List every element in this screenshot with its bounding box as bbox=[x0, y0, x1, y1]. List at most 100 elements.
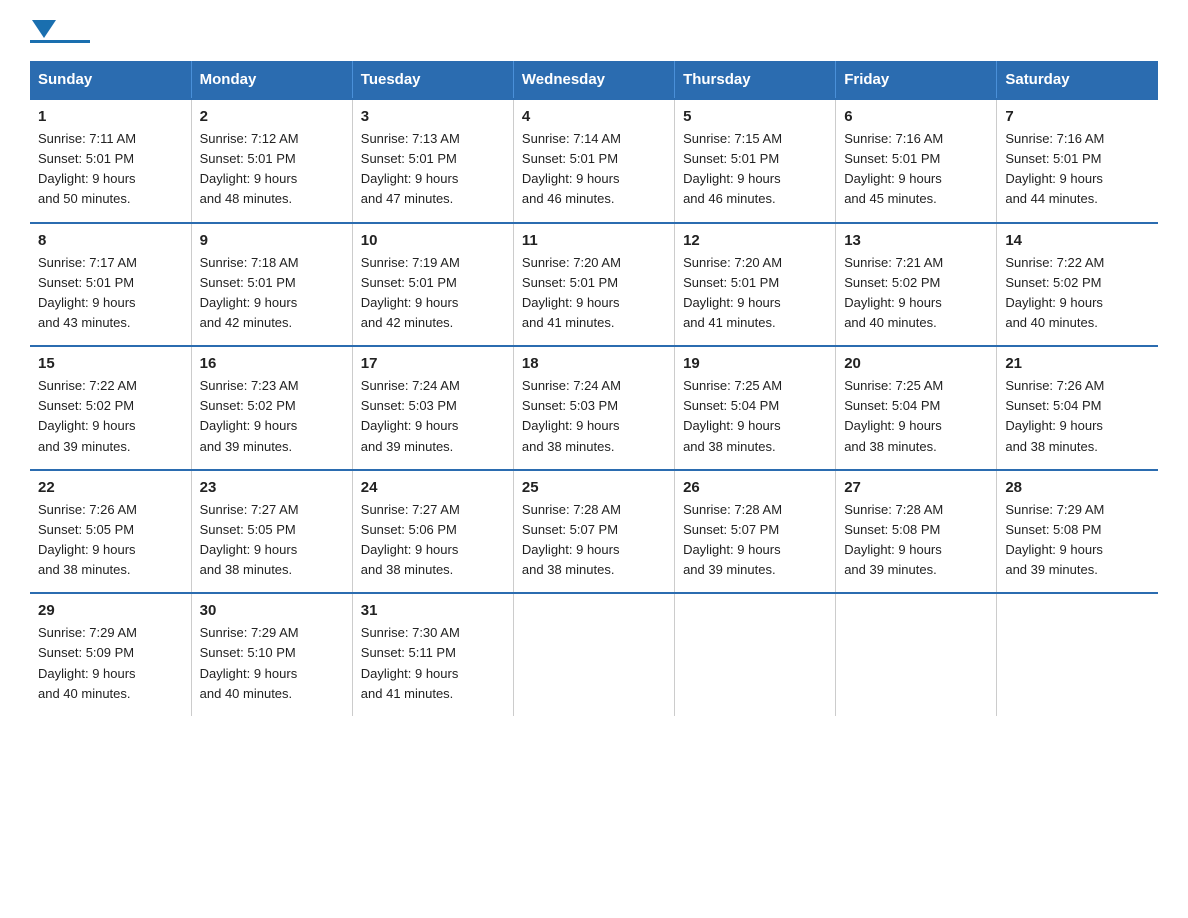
calendar-cell: 20 Sunrise: 7:25 AMSunset: 5:04 PMDayligh… bbox=[836, 346, 997, 470]
calendar-header-row: SundayMondayTuesdayWednesdayThursdayFrid… bbox=[30, 61, 1158, 99]
day-number: 20 bbox=[844, 355, 988, 372]
col-header-wednesday: Wednesday bbox=[513, 61, 674, 99]
calendar-cell: 13 Sunrise: 7:21 AMSunset: 5:02 PMDayligh… bbox=[836, 223, 997, 347]
calendar-cell: 16 Sunrise: 7:23 AMSunset: 5:02 PMDayligh… bbox=[191, 346, 352, 470]
calendar-cell bbox=[675, 593, 836, 716]
day-info: Sunrise: 7:11 AMSunset: 5:01 PMDaylight:… bbox=[38, 129, 183, 210]
calendar-table: SundayMondayTuesdayWednesdayThursdayFrid… bbox=[30, 61, 1158, 716]
day-info: Sunrise: 7:16 AMSunset: 5:01 PMDaylight:… bbox=[844, 129, 988, 210]
day-number: 19 bbox=[683, 355, 827, 372]
day-number: 9 bbox=[200, 232, 344, 249]
day-number: 16 bbox=[200, 355, 344, 372]
day-number: 24 bbox=[361, 479, 505, 496]
col-header-saturday: Saturday bbox=[997, 61, 1158, 99]
day-info: Sunrise: 7:27 AMSunset: 5:06 PMDaylight:… bbox=[361, 500, 505, 581]
calendar-week-row: 8Sunrise: 7:17 AMSunset: 5:01 PMDaylight… bbox=[30, 223, 1158, 347]
day-info: Sunrise: 7:28 AMSunset: 5:07 PMDaylight:… bbox=[683, 500, 827, 581]
day-info: Sunrise: 7:22 AMSunset: 5:02 PMDaylight:… bbox=[1005, 253, 1150, 334]
calendar-cell: 1 Sunrise: 7:11 AMSunset: 5:01 PMDaylight… bbox=[30, 99, 191, 223]
calendar-cell: 14Sunrise: 7:22 AMSunset: 5:02 PMDayligh… bbox=[997, 223, 1158, 347]
day-info: Sunrise: 7:21 AMSunset: 5:02 PMDaylight:… bbox=[844, 253, 988, 334]
day-number: 5 bbox=[683, 108, 827, 125]
calendar-cell: 31Sunrise: 7:30 AMSunset: 5:11 PMDayligh… bbox=[352, 593, 513, 716]
day-info: Sunrise: 7:22 AMSunset: 5:02 PMDaylight:… bbox=[38, 376, 183, 457]
day-number: 4 bbox=[522, 108, 666, 125]
day-number: 22 bbox=[38, 479, 183, 496]
day-info: Sunrise: 7:27 AMSunset: 5:05 PMDaylight:… bbox=[200, 500, 344, 581]
day-info: Sunrise: 7:29 AMSunset: 5:09 PMDaylight:… bbox=[38, 623, 183, 704]
calendar-week-row: 29 Sunrise: 7:29 AMSunset: 5:09 PMDayligh… bbox=[30, 593, 1158, 716]
calendar-cell: 15 Sunrise: 7:22 AMSunset: 5:02 PMDayligh… bbox=[30, 346, 191, 470]
day-number: 1 bbox=[38, 108, 183, 125]
calendar-cell: 23 Sunrise: 7:27 AMSunset: 5:05 PMDayligh… bbox=[191, 470, 352, 594]
day-number: 25 bbox=[522, 479, 666, 496]
calendar-cell: 11Sunrise: 7:20 AMSunset: 5:01 PMDayligh… bbox=[513, 223, 674, 347]
calendar-cell: 24 Sunrise: 7:27 AMSunset: 5:06 PMDayligh… bbox=[352, 470, 513, 594]
calendar-cell: 25 Sunrise: 7:28 AMSunset: 5:07 PMDayligh… bbox=[513, 470, 674, 594]
col-header-tuesday: Tuesday bbox=[352, 61, 513, 99]
calendar-cell: 30Sunrise: 7:29 AMSunset: 5:10 PMDayligh… bbox=[191, 593, 352, 716]
day-number: 29 bbox=[38, 602, 183, 619]
calendar-week-row: 15 Sunrise: 7:22 AMSunset: 5:02 PMDayligh… bbox=[30, 346, 1158, 470]
day-info: Sunrise: 7:26 AMSunset: 5:05 PMDaylight:… bbox=[38, 500, 183, 581]
calendar-cell: 18Sunrise: 7:24 AMSunset: 5:03 PMDayligh… bbox=[513, 346, 674, 470]
calendar-cell: 22 Sunrise: 7:26 AMSunset: 5:05 PMDayligh… bbox=[30, 470, 191, 594]
day-info: Sunrise: 7:30 AMSunset: 5:11 PMDaylight:… bbox=[361, 623, 505, 704]
day-info: Sunrise: 7:29 AMSunset: 5:10 PMDaylight:… bbox=[200, 623, 344, 704]
calendar-cell: 27 Sunrise: 7:28 AMSunset: 5:08 PMDayligh… bbox=[836, 470, 997, 594]
day-info: Sunrise: 7:25 AMSunset: 5:04 PMDaylight:… bbox=[844, 376, 988, 457]
day-info: Sunrise: 7:20 AMSunset: 5:01 PMDaylight:… bbox=[683, 253, 827, 334]
calendar-cell: 12 Sunrise: 7:20 AMSunset: 5:01 PMDayligh… bbox=[675, 223, 836, 347]
day-number: 27 bbox=[844, 479, 988, 496]
calendar-cell: 7 Sunrise: 7:16 AMSunset: 5:01 PMDaylight… bbox=[997, 99, 1158, 223]
calendar-cell: 3 Sunrise: 7:13 AMSunset: 5:01 PMDaylight… bbox=[352, 99, 513, 223]
day-number: 7 bbox=[1005, 108, 1150, 125]
calendar-cell: 5 Sunrise: 7:15 AMSunset: 5:01 PMDaylight… bbox=[675, 99, 836, 223]
calendar-cell: 9 Sunrise: 7:18 AMSunset: 5:01 PMDaylight… bbox=[191, 223, 352, 347]
day-number: 28 bbox=[1005, 479, 1150, 496]
day-info: Sunrise: 7:23 AMSunset: 5:02 PMDaylight:… bbox=[200, 376, 344, 457]
calendar-cell: 21 Sunrise: 7:26 AMSunset: 5:04 PMDayligh… bbox=[997, 346, 1158, 470]
calendar-cell: 6 Sunrise: 7:16 AMSunset: 5:01 PMDaylight… bbox=[836, 99, 997, 223]
day-info: Sunrise: 7:12 AMSunset: 5:01 PMDaylight:… bbox=[200, 129, 344, 210]
day-number: 15 bbox=[38, 355, 183, 372]
calendar-cell: 2 Sunrise: 7:12 AMSunset: 5:01 PMDaylight… bbox=[191, 99, 352, 223]
day-number: 11 bbox=[522, 232, 666, 249]
day-number: 13 bbox=[844, 232, 988, 249]
day-number: 3 bbox=[361, 108, 505, 125]
day-number: 17 bbox=[361, 355, 505, 372]
day-info: Sunrise: 7:25 AMSunset: 5:04 PMDaylight:… bbox=[683, 376, 827, 457]
day-info: Sunrise: 7:26 AMSunset: 5:04 PMDaylight:… bbox=[1005, 376, 1150, 457]
calendar-cell bbox=[513, 593, 674, 716]
col-header-thursday: Thursday bbox=[675, 61, 836, 99]
calendar-cell: 10 Sunrise: 7:19 AMSunset: 5:01 PMDayligh… bbox=[352, 223, 513, 347]
calendar-cell: 29 Sunrise: 7:29 AMSunset: 5:09 PMDayligh… bbox=[30, 593, 191, 716]
day-info: Sunrise: 7:28 AMSunset: 5:07 PMDaylight:… bbox=[522, 500, 666, 581]
day-number: 26 bbox=[683, 479, 827, 496]
day-number: 23 bbox=[200, 479, 344, 496]
day-info: Sunrise: 7:19 AMSunset: 5:01 PMDaylight:… bbox=[361, 253, 505, 334]
day-number: 8 bbox=[38, 232, 183, 249]
day-info: Sunrise: 7:16 AMSunset: 5:01 PMDaylight:… bbox=[1005, 129, 1150, 210]
day-info: Sunrise: 7:15 AMSunset: 5:01 PMDaylight:… bbox=[683, 129, 827, 210]
calendar-cell: 26 Sunrise: 7:28 AMSunset: 5:07 PMDayligh… bbox=[675, 470, 836, 594]
calendar-cell: 19 Sunrise: 7:25 AMSunset: 5:04 PMDayligh… bbox=[675, 346, 836, 470]
col-header-monday: Monday bbox=[191, 61, 352, 99]
calendar-cell: 8Sunrise: 7:17 AMSunset: 5:01 PMDaylight… bbox=[30, 223, 191, 347]
day-number: 6 bbox=[844, 108, 988, 125]
day-number: 21 bbox=[1005, 355, 1150, 372]
day-info: Sunrise: 7:28 AMSunset: 5:08 PMDaylight:… bbox=[844, 500, 988, 581]
page-header bbox=[30, 20, 1158, 43]
day-number: 2 bbox=[200, 108, 344, 125]
calendar-week-row: 1 Sunrise: 7:11 AMSunset: 5:01 PMDaylight… bbox=[30, 99, 1158, 223]
calendar-cell: 28 Sunrise: 7:29 AMSunset: 5:08 PMDayligh… bbox=[997, 470, 1158, 594]
logo-triangle-icon bbox=[32, 20, 56, 38]
day-info: Sunrise: 7:18 AMSunset: 5:01 PMDaylight:… bbox=[200, 253, 344, 334]
day-info: Sunrise: 7:29 AMSunset: 5:08 PMDaylight:… bbox=[1005, 500, 1150, 581]
day-number: 12 bbox=[683, 232, 827, 249]
col-header-sunday: Sunday bbox=[30, 61, 191, 99]
day-info: Sunrise: 7:13 AMSunset: 5:01 PMDaylight:… bbox=[361, 129, 505, 210]
calendar-cell bbox=[836, 593, 997, 716]
day-number: 10 bbox=[361, 232, 505, 249]
col-header-friday: Friday bbox=[836, 61, 997, 99]
